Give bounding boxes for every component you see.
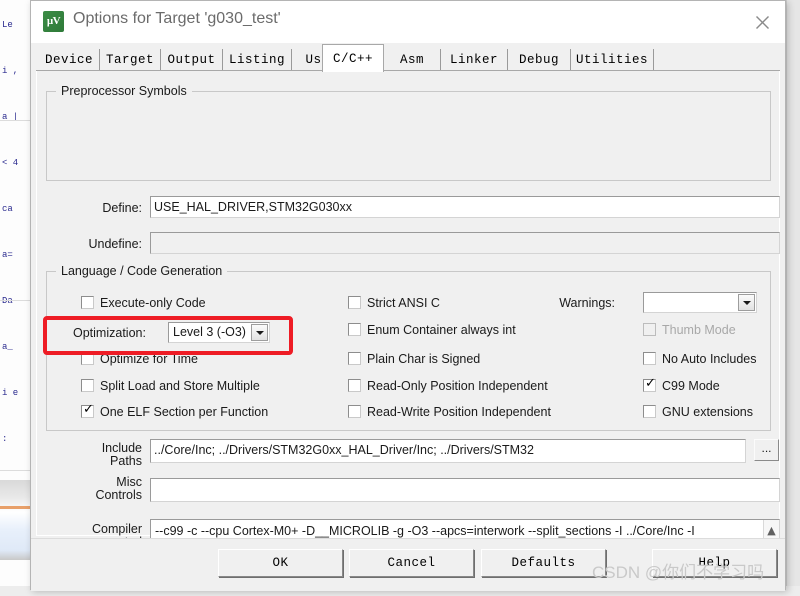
- checkbox-label: Read-Write Position Independent: [367, 405, 551, 419]
- chevron-down-icon[interactable]: [251, 324, 268, 341]
- background-code-line: a=: [2, 250, 13, 260]
- ide-panel-accent: [0, 506, 30, 509]
- preprocessor-symbols-group: Preprocessor Symbols: [46, 84, 771, 181]
- check-mark-icon: ✓: [645, 376, 656, 391]
- checkbox-label: Read-Only Position Independent: [367, 379, 548, 393]
- background-code-line: a_: [2, 342, 13, 352]
- background-code-line: i ,: [2, 66, 19, 76]
- checkbox-box: [81, 379, 94, 392]
- checkbox-box: [348, 352, 361, 365]
- tab-c-cpp[interactable]: C/C++: [322, 44, 384, 72]
- close-icon[interactable]: [740, 1, 785, 42]
- keil-uvision-icon: µV: [43, 11, 64, 32]
- include-paths-input[interactable]: ../Core/Inc; ../Drivers/STM32G0xx_HAL_Dr…: [150, 439, 746, 463]
- checkbox-box: [81, 296, 94, 309]
- checkbox-label: No Auto Includes: [662, 352, 757, 366]
- preprocessor-group-title: Preprocessor Symbols: [56, 84, 192, 98]
- tab-listing[interactable]: Listing: [223, 49, 292, 71]
- cancel-button[interactable]: Cancel: [349, 549, 474, 577]
- background-code-line: Le: [2, 20, 13, 30]
- checkbox-label: Execute-only Code: [100, 296, 206, 310]
- ide-lower-panel: [0, 480, 30, 560]
- tab-output[interactable]: Output: [161, 49, 223, 71]
- include-paths-label: Include Paths: [57, 442, 142, 468]
- tab-device[interactable]: Device: [39, 49, 100, 71]
- undefine-label: Undefine:: [88, 237, 142, 251]
- checkbox-box: [643, 352, 656, 365]
- ok-button[interactable]: OK: [218, 549, 343, 577]
- misc-controls-label-line2: Controls: [95, 488, 142, 502]
- background-code-line: ca: [2, 204, 13, 214]
- background-divider: [0, 300, 30, 301]
- misc-controls-input[interactable]: [150, 478, 780, 502]
- checkbox-label: One ELF Section per Function: [100, 405, 269, 419]
- checkbox-label: GNU extensions: [662, 405, 754, 419]
- optimization-label: Optimization:: [73, 326, 146, 340]
- background-divider: [0, 120, 30, 121]
- checkbox-box: [348, 296, 361, 309]
- tab-strip: Device Target Output Listing User C/C++ …: [31, 43, 785, 72]
- checkbox-label: C99 Mode: [662, 379, 720, 393]
- checkbox-label: Optimize for Time: [100, 352, 198, 366]
- define-label: Define:: [102, 201, 142, 215]
- defaults-button[interactable]: Defaults: [481, 549, 606, 577]
- language-group-title: Language / Code Generation: [56, 264, 228, 278]
- chevron-down-icon[interactable]: [738, 294, 755, 311]
- tab-utilities[interactable]: Utilities: [571, 49, 654, 71]
- warnings-select[interactable]: [643, 292, 757, 313]
- options-dialog: µV Options for Target 'g030_test' Device…: [30, 0, 786, 591]
- checkbox-label: Enum Container always int: [367, 323, 516, 337]
- tab-linker[interactable]: Linker: [441, 49, 508, 71]
- background-code-line: i e: [2, 388, 19, 398]
- compiler-string-line-1: --c99 -c --cpu Cortex-M0+ -D__MICROLIB -…: [155, 524, 695, 538]
- checkbox-box: [348, 323, 361, 336]
- optimization-value: Level 3 (-O3): [173, 325, 246, 339]
- scroll-up-icon[interactable]: ▲: [764, 523, 779, 539]
- checkbox-box: [348, 405, 361, 418]
- include-paths-browse-button[interactable]: ...: [754, 439, 779, 461]
- undefine-input[interactable]: [150, 232, 780, 254]
- checkbox-box: [643, 405, 656, 418]
- checkbox-label: Split Load and Store Multiple: [100, 379, 260, 393]
- checkbox-box: [81, 352, 94, 365]
- dialog-titlebar: µV Options for Target 'g030_test': [31, 1, 785, 44]
- optimization-select[interactable]: Level 3 (-O3): [168, 322, 270, 343]
- tab-debug[interactable]: Debug: [508, 49, 571, 71]
- background-code-line: Da: [2, 296, 13, 306]
- csdn-watermark: CSDN @你们不学习吗: [592, 563, 765, 582]
- checkbox-label: Thumb Mode: [662, 323, 736, 337]
- warnings-label: Warnings:: [559, 296, 615, 310]
- background-code-line: < 4: [2, 158, 19, 168]
- tab-target[interactable]: Target: [100, 49, 161, 71]
- checkbox-box: ✓: [81, 402, 94, 418]
- checkbox-box: [643, 323, 656, 336]
- checkbox-label: Plain Char is Signed: [367, 352, 481, 366]
- background-divider: [0, 470, 30, 471]
- define-input[interactable]: USE_HAL_DRIVER,STM32G030xx: [150, 196, 780, 218]
- misc-controls-label: Misc Controls: [57, 476, 142, 502]
- ide-right-edge: [786, 0, 800, 596]
- dialog-title: Options for Target 'g030_test': [73, 10, 281, 27]
- include-paths-label-line2: Paths: [110, 454, 142, 468]
- c-cpp-pane: Preprocessor Symbols Define: USE_HAL_DRI…: [36, 71, 780, 577]
- tab-asm[interactable]: Asm: [384, 49, 441, 71]
- checkbox-box: ✓: [643, 376, 656, 392]
- check-mark-icon: ✓: [83, 402, 94, 417]
- checkbox-label: Strict ANSI C: [367, 296, 440, 310]
- checkbox-box: [348, 379, 361, 392]
- background-code-line: :: [2, 434, 8, 444]
